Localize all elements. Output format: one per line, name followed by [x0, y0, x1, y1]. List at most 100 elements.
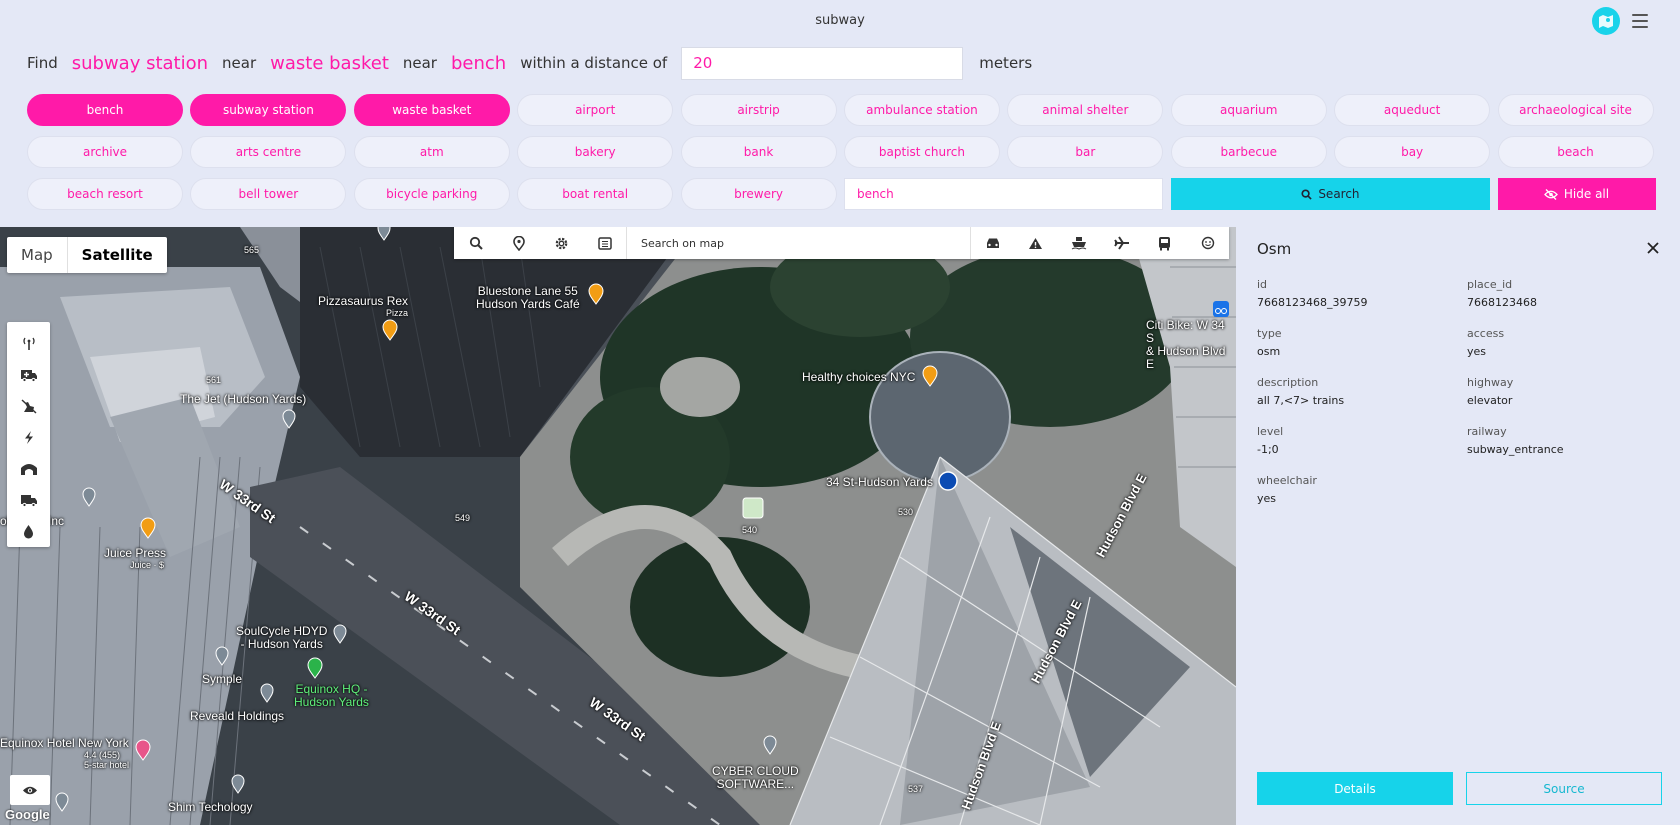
hotel-marker-icon[interactable] — [135, 739, 151, 761]
source-button[interactable]: Source — [1466, 772, 1662, 805]
query-near-item-1[interactable]: waste basket — [270, 53, 389, 74]
category-chip[interactable]: atm — [353, 136, 510, 168]
warning-icon[interactable] — [1014, 227, 1057, 259]
ambulance-icon[interactable] — [7, 359, 50, 390]
panel-field: railway subway_entrance — [1467, 425, 1667, 456]
category-chip[interactable]: bay — [1334, 136, 1491, 168]
field-key: id — [1257, 278, 1268, 291]
search-button[interactable]: Search — [1170, 178, 1491, 210]
ship-icon[interactable] — [1057, 227, 1100, 259]
hide-all-button[interactable]: Hide all — [1497, 178, 1656, 210]
hide-all-label: Hide all — [1563, 187, 1610, 201]
category-chip[interactable]: brewery — [680, 178, 837, 210]
map-marker-icon[interactable] — [55, 792, 69, 812]
category-chip[interactable]: bar — [1007, 136, 1164, 168]
field-value: all 7,<7> trains — [1257, 394, 1345, 407]
map-rating-label: 4.4 (455) — [84, 750, 121, 760]
cafe-marker-icon[interactable] — [588, 283, 604, 305]
category-chip[interactable]: ambulance station — [843, 94, 1000, 126]
map-number-label: 565 — [244, 245, 260, 255]
field-value: 7668123468 — [1467, 296, 1537, 309]
category-chip[interactable]: bank — [680, 136, 837, 168]
map-marker-icon[interactable] — [377, 227, 391, 241]
bike-station-icon[interactable] — [1212, 300, 1230, 318]
subway-station-icon[interactable] — [938, 471, 958, 491]
map-type-switch: Map Satellite — [7, 237, 167, 273]
map-marker-icon[interactable] — [215, 646, 229, 666]
category-chip[interactable]: archaeological site — [1497, 94, 1654, 126]
map-marker-icon[interactable] — [231, 774, 245, 794]
map-type-map[interactable]: Map — [7, 237, 67, 273]
map-view[interactable]: 565 Pizzasaurus Rex Pizza Bluestone Lane… — [0, 227, 1236, 825]
map-place-label: CYBER CLOUD SOFTWARE... — [712, 764, 799, 791]
category-chip[interactable]: bell tower — [190, 178, 347, 210]
map-search-input[interactable]: Search on map — [626, 227, 971, 259]
category-chip[interactable]: barbecue — [1170, 136, 1327, 168]
truck-icon[interactable] — [7, 484, 50, 515]
category-chip[interactable]: arts centre — [190, 136, 347, 168]
aqueduct-icon[interactable] — [7, 453, 50, 484]
category-chip[interactable]: airport — [517, 94, 674, 126]
map-place-sublabel: Pizza — [386, 308, 409, 318]
airplane-icon[interactable] — [1100, 227, 1143, 259]
map-side-tools — [7, 322, 50, 547]
category-chip[interactable]: bakery — [517, 136, 674, 168]
category-chip[interactable]: beach — [1497, 136, 1654, 168]
panel-field: description all 7,<7> trains — [1257, 376, 1457, 407]
restaurant-marker-icon[interactable] — [922, 365, 938, 387]
category-chip[interactable]: aquarium — [1170, 94, 1327, 126]
bus-icon[interactable] — [1143, 227, 1186, 259]
visibility-eye-icon[interactable] — [10, 775, 50, 805]
gym-marker-icon[interactable] — [307, 657, 323, 679]
panel-field: level -1;0 — [1257, 425, 1457, 456]
panel-field: place_id 7668123468 — [1467, 278, 1667, 309]
gear-icon[interactable] — [540, 227, 583, 259]
bench-marker-icon[interactable] — [742, 497, 764, 523]
water-drop-icon[interactable] — [7, 516, 50, 547]
map-marker-icon[interactable] — [333, 624, 347, 644]
category-chip[interactable]: bench — [27, 94, 183, 126]
distance-input[interactable] — [681, 46, 964, 80]
category-chip[interactable]: waste basket — [353, 94, 510, 126]
category-chip[interactable]: beach resort — [27, 178, 183, 210]
category-chip[interactable]: bicycle parking — [353, 178, 510, 210]
map-number-label: 537 — [908, 784, 924, 794]
map-type-satellite[interactable]: Satellite — [66, 237, 167, 273]
category-chip[interactable]: archive — [27, 136, 183, 168]
location-pin-icon[interactable] — [497, 227, 540, 259]
category-chip[interactable]: baptist church — [843, 136, 1000, 168]
map-place-label: Citi Bike: W 34 S & Hudson Blvd E — [1146, 318, 1226, 371]
field-key: highway — [1467, 376, 1514, 389]
map-place-label: Healthy choices NYC — [802, 370, 916, 384]
details-panel: Osm id 7668123468_39759 place_id 7668123468… — [1236, 227, 1680, 825]
map-place-label: Reveald Holdings — [190, 709, 285, 723]
query-near-item-2[interactable]: bench — [451, 53, 506, 74]
hamburger-menu-icon[interactable] — [1632, 14, 1648, 28]
car-icon[interactable] — [971, 227, 1014, 259]
lightning-icon[interactable] — [7, 422, 50, 453]
category-chip[interactable]: aqueduct — [1334, 94, 1491, 126]
close-icon[interactable] — [1646, 241, 1660, 255]
restaurant-marker-icon[interactable] — [140, 517, 156, 539]
map-marker-icon[interactable] — [282, 409, 296, 429]
map-user-button[interactable] — [1592, 7, 1620, 35]
smiley-icon[interactable] — [1186, 227, 1229, 259]
category-chip[interactable]: animal shelter — [1007, 94, 1164, 126]
field-key: description — [1257, 376, 1319, 389]
no-pets-icon[interactable] — [7, 391, 50, 422]
restaurant-marker-icon[interactable] — [382, 319, 398, 341]
zoom-search-icon[interactable] — [454, 227, 497, 259]
field-value: elevator — [1467, 394, 1513, 407]
category-chip[interactable]: airstrip — [680, 94, 837, 126]
map-marker-icon[interactable] — [82, 487, 96, 507]
layers-list-icon[interactable] — [583, 227, 626, 259]
map-marker-icon[interactable] — [763, 735, 777, 755]
map-place-label: Symple — [202, 672, 243, 686]
map-marker-icon[interactable] — [260, 683, 274, 703]
category-filter-input[interactable] — [843, 178, 1164, 210]
category-chip[interactable]: subway station — [190, 94, 347, 126]
query-target[interactable]: subway station — [72, 53, 208, 74]
antenna-icon[interactable] — [7, 328, 50, 359]
details-button[interactable]: Details — [1257, 772, 1453, 805]
category-chip[interactable]: boat rental — [517, 178, 674, 210]
